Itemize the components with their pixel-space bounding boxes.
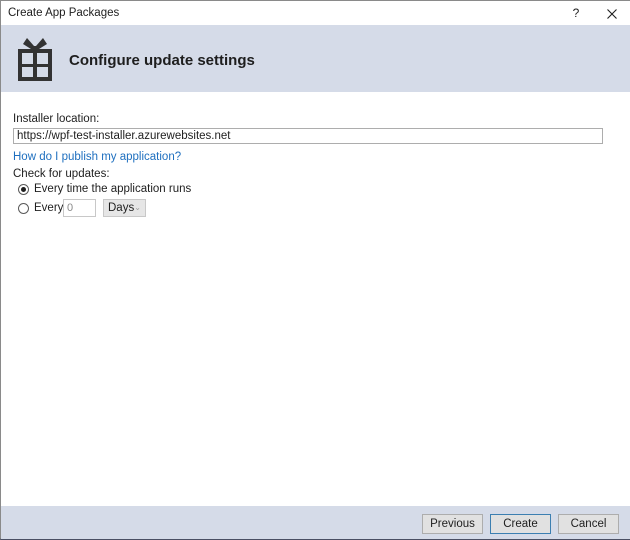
- title-bar: Create App Packages ?: [1, 1, 630, 25]
- radio-button-unchecked[interactable]: [18, 202, 29, 214]
- previous-button[interactable]: Previous: [422, 514, 483, 534]
- installer-location-input[interactable]: [13, 128, 603, 144]
- radio-every-run-label: Every time the application runs: [34, 183, 192, 195]
- publish-help-link[interactable]: How do I publish my application?: [13, 151, 181, 163]
- radio-every-interval[interactable]: Every: [18, 202, 63, 214]
- radio-every-interval-label: Every: [34, 202, 64, 214]
- installer-location-label: Installer location:: [13, 113, 100, 125]
- cancel-button[interactable]: Cancel: [558, 514, 619, 534]
- create-button[interactable]: Create: [490, 514, 551, 534]
- page-title: Configure update settings: [69, 52, 255, 69]
- dialog-footer: Previous Create Cancel: [1, 506, 630, 539]
- create-app-packages-dialog: Create App Packages ? Configure update s…: [0, 0, 630, 540]
- close-icon: [607, 8, 617, 19]
- radio-button-checked[interactable]: [18, 183, 29, 195]
- check-for-updates-label: Check for updates:: [13, 168, 110, 180]
- window-title: Create App Packages: [8, 7, 120, 19]
- close-button[interactable]: [597, 3, 627, 23]
- chevron-down-icon: ⌄: [134, 203, 141, 212]
- radio-every-run[interactable]: Every time the application runs: [18, 183, 191, 195]
- interval-number-input[interactable]: [63, 199, 96, 217]
- help-button[interactable]: ?: [561, 3, 591, 23]
- page-header: Configure update settings: [1, 25, 630, 92]
- interval-unit-value: Days: [108, 202, 135, 214]
- interval-unit-dropdown[interactable]: Days ⌄: [103, 199, 146, 217]
- gift-package-icon: [18, 38, 52, 81]
